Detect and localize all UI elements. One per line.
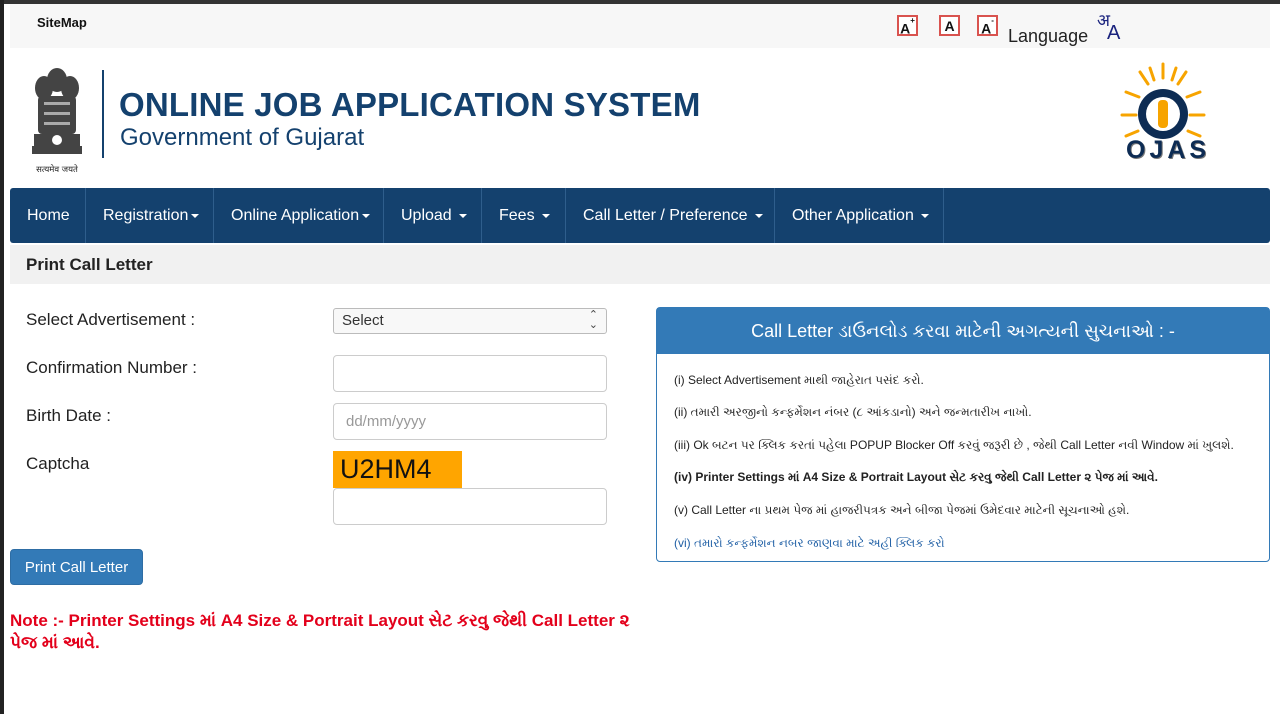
confirmation-number-label: Confirmation Number : bbox=[26, 358, 198, 377]
nav-home-label: Home bbox=[27, 207, 70, 224]
printer-settings-note: Note :- Printer Settings માં A4 Size & P… bbox=[10, 611, 630, 652]
nav-call-letter[interactable]: Call Letter / Preference bbox=[566, 188, 775, 243]
nav-other-application[interactable]: Other Application bbox=[775, 188, 944, 243]
instruction-item: (i) Select Advertisement માથી જાહેરાત પસ… bbox=[674, 373, 924, 387]
nav-upload[interactable]: Upload bbox=[384, 188, 482, 243]
instruction-item: (iii) Ok બટન પર ક્લિક કરતાં પહેલા POPUP … bbox=[674, 438, 1234, 452]
captcha-input[interactable] bbox=[333, 488, 607, 525]
instructions-panel: Call Letter ડાઉનલોડ કરવા માટેની અગત્યની … bbox=[656, 307, 1270, 562]
nav-upload-label: Upload bbox=[401, 207, 452, 224]
advertisement-select[interactable]: Select ⌃ ⌄ bbox=[333, 308, 607, 334]
nav-fees[interactable]: Fees bbox=[482, 188, 566, 243]
nav-call-letter-label: Call Letter / Preference bbox=[583, 207, 748, 224]
language-icon-latin: A bbox=[1107, 22, 1121, 44]
emblem-caption: सत्यमेव जयते bbox=[36, 164, 78, 175]
language-link[interactable]: Language bbox=[1008, 26, 1088, 47]
font-decrease-label: A bbox=[981, 20, 992, 37]
chevron-down-icon bbox=[459, 213, 468, 218]
header-divider bbox=[102, 70, 104, 158]
instruction-item: (iv) Printer Settings માં A4 Size & Port… bbox=[674, 470, 1158, 484]
nav-fees-label: Fees bbox=[499, 207, 535, 224]
site-title: ONLINE JOB APPLICATION SYSTEM bbox=[119, 86, 701, 123]
captcha-image: U2HM4 bbox=[333, 451, 462, 488]
main-navbar: Home Registration Online Application Upl… bbox=[10, 188, 1270, 243]
instructions-panel-title: Call Letter ડાઉનલોડ કરવા માટેની અગત્યની … bbox=[657, 308, 1269, 354]
window-frame-left bbox=[0, 0, 4, 714]
national-emblem-icon: सत्यमेव जयते bbox=[32, 68, 82, 175]
nav-online-application-label: Online Application bbox=[231, 207, 360, 224]
nav-other-application-label: Other Application bbox=[792, 207, 914, 224]
chevron-down-icon bbox=[191, 213, 200, 218]
sitemap-link[interactable]: SiteMap bbox=[37, 15, 87, 30]
font-decrease-button[interactable]: A- bbox=[977, 15, 998, 37]
print-call-letter-button[interactable]: Print Call Letter bbox=[10, 549, 143, 585]
nav-home[interactable]: Home bbox=[10, 188, 86, 243]
page-header-bar: Print Call Letter bbox=[10, 245, 1270, 284]
advertisement-select-value: Select bbox=[342, 312, 384, 329]
chevron-down-icon bbox=[362, 213, 371, 218]
birth-date-label: Birth Date : bbox=[26, 406, 112, 425]
instruction-item: (ii) તમારી અરજીનો કન્ફર્મેશન નંબર (૮ આંક… bbox=[674, 405, 1032, 419]
page-title: Print Call Letter bbox=[26, 255, 153, 274]
font-increase-button[interactable]: A+ bbox=[897, 15, 918, 37]
chevron-down-icon bbox=[921, 213, 930, 218]
advertisement-label: Select Advertisement : bbox=[26, 310, 196, 329]
nav-online-application[interactable]: Online Application bbox=[214, 188, 384, 243]
chevron-down-icon bbox=[754, 213, 763, 218]
site-subtitle: Government of Gujarat bbox=[120, 124, 365, 151]
birth-date-input[interactable] bbox=[333, 403, 607, 440]
font-normal-label: A bbox=[944, 18, 955, 34]
nav-registration[interactable]: Registration bbox=[86, 188, 214, 243]
confirmation-number-input[interactable] bbox=[333, 355, 607, 392]
site-header: सत्यमेव जयते ONLINE JOB APPLICATION SYST… bbox=[10, 48, 1270, 186]
instruction-item: (v) Call Letter ના પ્રથમ પેજ માં હાજરીપત… bbox=[674, 503, 1130, 517]
know-confirmation-number-link[interactable]: (vi) તમારો કન્ફર્મેશન નબર જાણવા માટે અહી… bbox=[674, 536, 945, 551]
ojas-logo-text: OJAS bbox=[1126, 136, 1211, 164]
font-normal-button[interactable]: A bbox=[939, 15, 960, 36]
font-decrease-sup: - bbox=[991, 16, 994, 25]
captcha-label: Captcha bbox=[26, 454, 90, 473]
font-increase-sup: + bbox=[910, 16, 915, 25]
top-utility-bar: SiteMap A+ A A- Language अ A bbox=[10, 4, 1270, 49]
nav-registration-label: Registration bbox=[103, 207, 189, 224]
chevron-down-icon bbox=[542, 213, 551, 218]
language-toggle-icon[interactable]: अ A bbox=[1097, 8, 1127, 44]
font-increase-label: A bbox=[900, 20, 911, 37]
select-arrows-icon: ⌃ ⌄ bbox=[588, 309, 598, 331]
